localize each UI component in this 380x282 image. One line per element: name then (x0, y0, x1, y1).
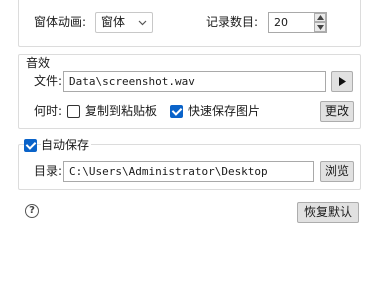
autosave-title[interactable]: 自动保存 (41, 137, 92, 153)
window-animation-select[interactable]: 窗体 (95, 12, 153, 33)
change-button[interactable]: 更改 (320, 101, 354, 122)
sound-file-input[interactable]: Data\screenshot.wav (63, 71, 326, 92)
caret-down-icon (317, 25, 324, 30)
restore-defaults-button[interactable]: 恢复默认 (297, 202, 359, 223)
help-icon[interactable]: ? (25, 204, 39, 218)
window-animation-value: 窗体 (101, 15, 126, 29)
record-count-value: 20 (274, 16, 288, 29)
copy-clipboard-label[interactable]: 复制到粘贴板 (85, 103, 157, 119)
caret-up-icon (317, 15, 324, 20)
sound-group-title: 音效 (26, 56, 51, 70)
copy-clipboard-checkbox[interactable] (67, 105, 80, 118)
quick-save-checkbox[interactable] (170, 105, 183, 118)
play-icon (339, 77, 346, 86)
browse-button[interactable]: 浏览 (320, 161, 354, 182)
window-animation-label: 窗体动画: (34, 15, 87, 29)
autosave-checkbox[interactable] (24, 139, 37, 152)
play-button[interactable] (331, 71, 353, 92)
record-count-label: 记录数目: (206, 15, 259, 29)
directory-label: 目录: (34, 164, 63, 178)
record-count-spinner[interactable]: 20 (268, 12, 327, 33)
spin-down-button[interactable] (314, 22, 326, 32)
quick-save-label[interactable]: 快速保存图片 (188, 103, 260, 119)
file-label: 文件: (34, 74, 63, 88)
directory-input[interactable]: C:\Users\Administrator\Desktop (63, 161, 314, 182)
when-label: 何时: (34, 104, 63, 118)
chevron-down-icon (138, 20, 147, 26)
spin-up-button[interactable] (314, 13, 326, 22)
help-glyph: ? (29, 205, 35, 216)
